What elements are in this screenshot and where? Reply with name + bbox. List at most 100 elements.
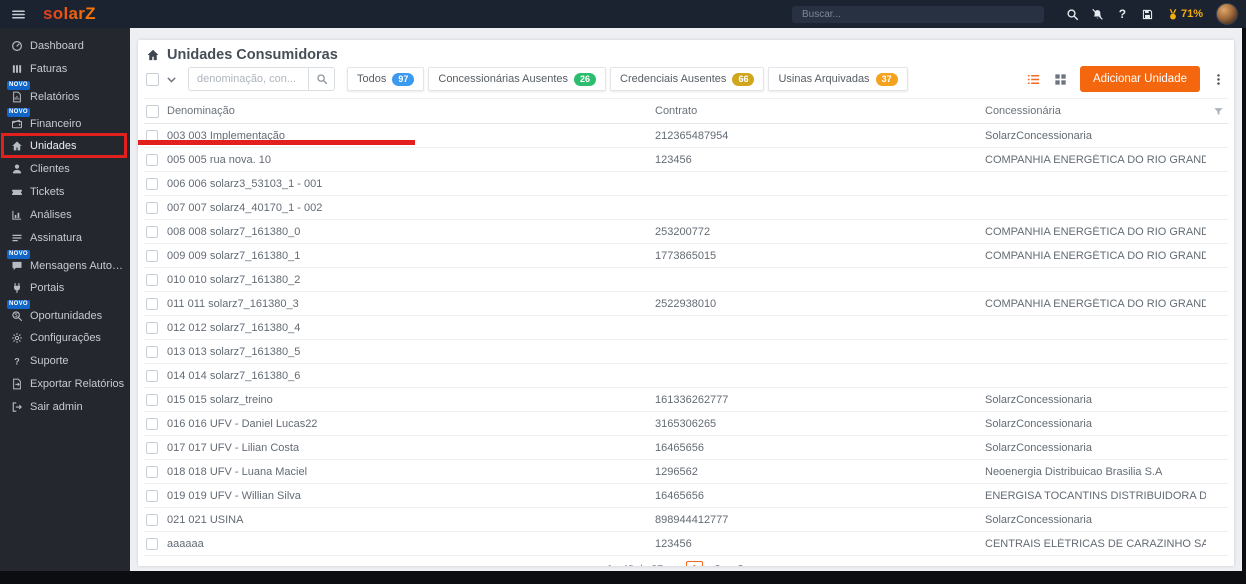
cell-contrato: 1296562 <box>655 465 698 478</box>
row-checkbox[interactable] <box>146 153 158 166</box>
save-icon[interactable] <box>1135 7 1160 21</box>
table-row[interactable]: 003 003 Implementação 212365487954 SolarzC… <box>138 124 1228 148</box>
novo-badge: NOVO <box>7 300 30 309</box>
row-checkbox[interactable] <box>146 489 158 502</box>
table-row[interactable]: 021 021 USINA 898944412777 SolarzConcessio… <box>144 508 1228 532</box>
grid-view-icon[interactable] <box>1053 72 1068 87</box>
search-icon[interactable] <box>1060 7 1085 21</box>
table-body: 003 003 Implementação 212365487954 SolarzC… <box>138 124 1228 556</box>
table-search-button[interactable] <box>308 67 335 91</box>
table-row[interactable]: 018 018 UFV - Luana Maciel 1296562 Neoener… <box>144 460 1228 484</box>
row-checkbox[interactable] <box>146 201 158 214</box>
row-checkbox[interactable] <box>146 513 158 526</box>
sidebar-item-analises[interactable]: Análises <box>0 203 130 226</box>
app-logo[interactable]: solarZ <box>43 4 96 24</box>
row-checkbox[interactable] <box>146 465 158 478</box>
table-row[interactable]: 016 016 UFV - Daniel Lucas22 3165306265 So… <box>144 412 1228 436</box>
sidebar-item-label: Clientes <box>30 162 70 175</box>
list-view-icon[interactable] <box>1026 72 1041 87</box>
row-checkbox[interactable] <box>146 441 158 454</box>
row-checkbox[interactable] <box>146 417 158 430</box>
page-3[interactable]: 3 <box>732 561 749 566</box>
sidebar-item-label: Sair admin <box>30 400 83 413</box>
table-row[interactable]: 019 019 UFV - Willian Silva 16465656 ENERG… <box>144 484 1228 508</box>
filter-tab-concessionarias-ausentes[interactable]: Concessionárias Ausentes 26 <box>428 67 607 91</box>
row-checkbox[interactable] <box>146 369 158 382</box>
kebab-menu-icon[interactable] <box>1212 73 1225 86</box>
filter-tab-todos[interactable]: Todos 97 <box>347 67 425 91</box>
page-2[interactable]: 2 <box>709 561 726 566</box>
row-checkbox[interactable] <box>146 297 158 310</box>
row-checkbox[interactable] <box>146 345 158 358</box>
sidebar-item-unidades[interactable]: Unidades <box>0 133 130 158</box>
table-row[interactable]: 013 013 solarz7_161380_5 <box>144 340 1228 364</box>
sidebar-item-faturas[interactable]: Faturas <box>0 57 130 80</box>
gamification-score[interactable]: 71% <box>1167 8 1203 21</box>
home-icon <box>146 48 160 62</box>
filter-tab-credenciais-ausentes[interactable]: Credenciais Ausentes 66 <box>610 67 765 91</box>
sidebar-item-sair-admin[interactable]: Sair admin <box>0 395 130 418</box>
sidebar-item-label: Assinatura <box>30 231 82 244</box>
sidebar-item-suporte[interactable]: ? Suporte <box>0 349 130 372</box>
row-checkbox[interactable] <box>146 321 158 334</box>
units-table: Denominação Contrato Concessionária 003 … <box>138 98 1228 556</box>
row-checkbox[interactable] <box>146 225 158 238</box>
table-row[interactable]: 012 012 solarz7_161380_4 <box>144 316 1228 340</box>
add-unit-button[interactable]: Adicionar Unidade <box>1080 66 1200 92</box>
table-row[interactable]: 015 015 solarz_treino 161336262777 SolarzC… <box>144 388 1228 412</box>
table-row[interactable]: 009 009 solarz7_161380_1 1773865015 COMPAN… <box>144 244 1228 268</box>
column-concessionaria[interactable]: Concessionária <box>985 105 1206 117</box>
sidebar-item-mensagens-automat[interactable]: NOVO Mensagens Automát... <box>0 249 130 276</box>
table-row[interactable]: 014 014 solarz7_161380_6 <box>144 364 1228 388</box>
funnel-filter-icon[interactable] <box>1213 106 1224 117</box>
table-row[interactable]: 008 008 solarz7_161380_0 253200772 COMPANH… <box>144 220 1228 244</box>
cell-contrato: 1773865015 <box>655 249 717 262</box>
help-icon[interactable]: ? <box>1110 7 1135 21</box>
hamburger-menu-icon[interactable] <box>11 7 26 22</box>
chart-icon <box>11 209 23 221</box>
table-row[interactable]: 005 005 rua nova. 10 123456 COMPANHIA ENER… <box>144 148 1228 172</box>
column-denominacao[interactable]: Denominação <box>167 105 655 117</box>
table-row[interactable]: 006 006 solarz3_53103_1 - 001 <box>144 172 1228 196</box>
row-checkbox[interactable] <box>146 537 158 550</box>
row-checkbox[interactable] <box>146 393 158 406</box>
table-row[interactable]: aaaaaa 123456 CENTRAIS ELÉTRICAS DE CARAZI… <box>144 532 1228 556</box>
sidebar-item-configuracoes[interactable]: Configurações <box>0 326 130 349</box>
pagination-next-icon[interactable] <box>756 565 765 567</box>
table-search-input[interactable] <box>188 67 308 91</box>
table-row[interactable]: 007 007 solarz4_40170_1 - 002 <box>144 196 1228 220</box>
sidebar-item-financeiro[interactable]: NOVO Financeiro <box>0 107 130 134</box>
row-checkbox[interactable] <box>146 273 158 286</box>
chevron-down-icon[interactable] <box>165 73 178 86</box>
row-checkbox[interactable] <box>146 177 158 190</box>
sidebar-item-oportunidades[interactable]: NOVO $ Oportunidades <box>0 299 130 326</box>
user-avatar[interactable] <box>1216 3 1238 25</box>
table-row[interactable]: 017 017 UFV - Lilian Costa 16465656 Solarz… <box>144 436 1228 460</box>
header-filter-cell <box>1206 106 1228 117</box>
table-search <box>188 67 335 91</box>
header-checkbox[interactable] <box>146 104 159 118</box>
sidebar-item-label: Portais <box>30 281 65 294</box>
sidebar-item-exportar-relatorios[interactable]: Exportar Relatórios <box>0 372 130 395</box>
global-search-input[interactable] <box>799 7 1036 21</box>
filter-tab-usinas-arquivadas[interactable]: Usinas Arquivadas 37 <box>768 67 908 91</box>
sidebar-item-dashboard[interactable]: Dashboard <box>0 34 130 57</box>
sidebar-item-portais[interactable]: Portais <box>0 276 130 299</box>
sidebar-item-label: Exportar Relatórios <box>30 377 125 390</box>
column-contrato[interactable]: Contrato <box>655 105 985 117</box>
table-row[interactable]: 011 011 solarz7_161380_3 2522938010 COMPAN… <box>144 292 1228 316</box>
sidebar-item-relatorios[interactable]: NOVO Relatórios <box>0 80 130 107</box>
cell-denominacao: 016 016 UFV - Daniel Lucas22 <box>167 417 318 430</box>
search-dollar-icon: $ <box>11 310 23 322</box>
select-all-checkbox[interactable] <box>146 72 159 86</box>
sidebar-item-tickets[interactable]: Tickets <box>0 180 130 203</box>
notifications-muted-icon[interactable] <box>1085 7 1110 21</box>
page-1[interactable]: 1 <box>686 560 704 566</box>
pagination-prev-icon[interactable] <box>670 565 679 567</box>
table-row[interactable]: 010 010 solarz7_161380_2 <box>144 268 1228 292</box>
row-checkbox[interactable] <box>146 129 158 142</box>
sidebar-item-clientes[interactable]: Clientes <box>0 157 130 180</box>
sidebar-item-assinatura[interactable]: Assinatura <box>0 226 130 249</box>
row-checkbox[interactable] <box>146 249 158 262</box>
cell-contrato: 123456 <box>655 153 692 166</box>
